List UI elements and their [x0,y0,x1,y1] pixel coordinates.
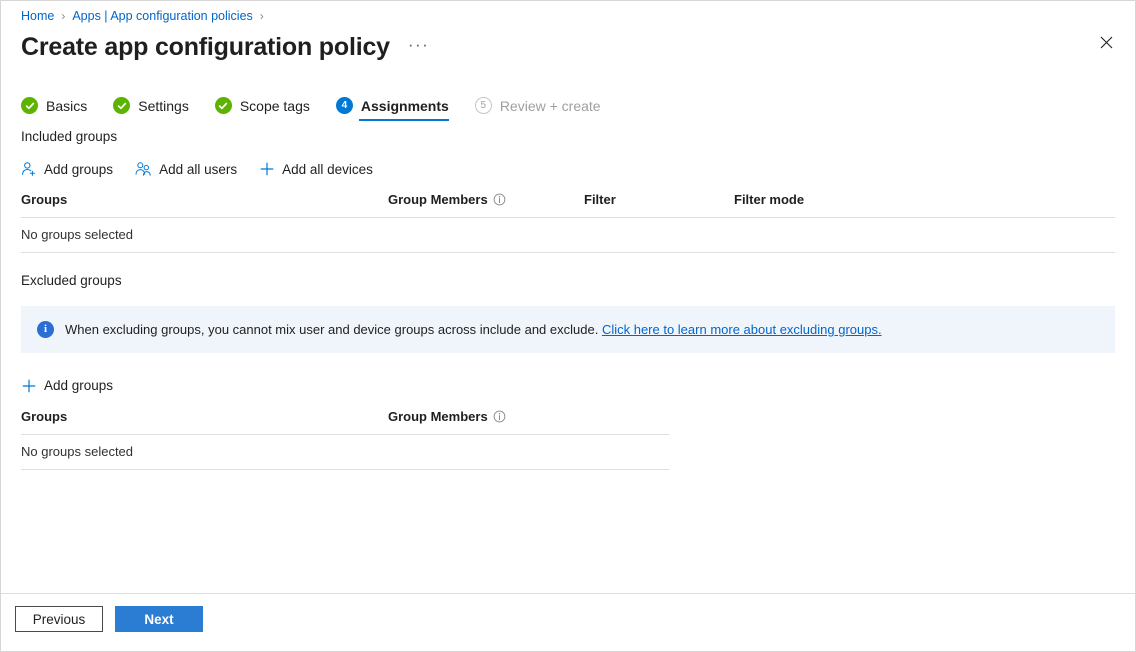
breadcrumb-item-home[interactable]: Home [21,9,54,23]
command-label: Add groups [44,378,113,393]
wizard-step-label: Assignments [361,98,449,114]
excluded-add-groups-button[interactable]: Add groups [21,378,113,394]
wizard-step-settings[interactable]: Settings [113,97,189,121]
create-policy-blade: Home › Apps | App configuration policies… [0,0,1136,652]
close-button[interactable] [1091,27,1121,57]
more-options-icon[interactable]: ··· [406,36,431,58]
info-icon[interactable] [493,410,506,423]
empty-state-text: No groups selected [21,218,1115,253]
column-label: Groups [21,192,67,207]
column-header-groups[interactable]: Groups [21,409,388,435]
breadcrumb: Home › Apps | App configuration policies… [1,1,1135,23]
breadcrumb-separator-icon: › [260,9,264,23]
column-header-group-members[interactable]: Group Members [388,192,584,218]
column-label: Group Members [388,409,488,424]
banner-text: When excluding groups, you cannot mix us… [65,322,598,337]
column-label: Filter mode [734,192,804,207]
add-all-users-button[interactable]: Add all users [135,161,237,177]
wizard-step-scope-tags[interactable]: Scope tags [215,97,310,121]
plus-icon [21,378,37,394]
column-header-group-members[interactable]: Group Members [388,409,669,435]
exclusion-info-banner: i When excluding groups, you cannot mix … [21,306,1115,353]
column-header-groups[interactable]: Groups [21,192,388,218]
wizard-step-label: Review + create [500,98,601,114]
people-icon [135,161,152,177]
command-label: Add groups [44,162,113,177]
add-all-devices-button[interactable]: Add all devices [259,161,373,177]
column-label: Groups [21,409,67,424]
excluded-command-bar: Add groups [21,375,1115,397]
wizard-steps: Basics Settings Scope tags 4 Assignments… [1,69,1135,115]
table-row: No groups selected [21,434,669,469]
wizard-step-label: Scope tags [240,98,310,114]
command-label: Add all devices [282,162,373,177]
assignments-content: Included groups Add groups Add all users [1,115,1135,593]
banner-message: When excluding groups, you cannot mix us… [65,320,882,339]
page-title: Create app configuration policy [21,33,390,62]
table-header-row: Groups Group Members Fi [21,192,1115,218]
check-circle-icon [21,97,38,114]
wizard-step-label: Settings [138,98,189,114]
step-number-badge: 5 [475,97,492,114]
wizard-step-assignments[interactable]: 4 Assignments [336,97,449,121]
column-label: Group Members [388,192,488,207]
wizard-step-label: Basics [46,98,87,114]
person-add-icon [21,161,37,177]
wizard-step-basics[interactable]: Basics [21,97,87,121]
wizard-footer: Previous Next [1,593,1135,651]
step-number-badge: 4 [336,97,353,114]
included-groups-heading: Included groups [21,129,1115,144]
column-header-filter[interactable]: Filter [584,192,734,218]
included-command-bar: Add groups Add all users Add all devices [21,158,1115,180]
table-header-row: Groups Group Members [21,409,669,435]
info-icon: i [37,321,54,338]
table-row: No groups selected [21,218,1115,253]
excluded-groups-table: Groups Group Members [21,409,669,470]
next-button[interactable]: Next [115,606,203,632]
previous-button[interactable]: Previous [15,606,103,632]
column-header-filter-mode[interactable]: Filter mode [734,192,1115,218]
breadcrumb-separator-icon: › [61,9,65,23]
command-label: Add all users [159,162,237,177]
learn-more-link[interactable]: Click here to learn more about excluding… [602,322,882,337]
close-icon [1100,36,1113,49]
check-circle-icon [215,97,232,114]
title-row: Create app configuration policy ··· [1,23,1135,69]
breadcrumb-item-apps[interactable]: Apps | App configuration policies [72,9,252,23]
column-label: Filter [584,192,616,207]
included-groups-table: Groups Group Members Fi [21,192,1115,253]
plus-icon [259,161,275,177]
wizard-step-review-create: 5 Review + create [475,97,601,121]
excluded-groups-heading: Excluded groups [21,273,1115,288]
empty-state-text: No groups selected [21,434,669,469]
info-icon[interactable] [493,193,506,206]
add-groups-button[interactable]: Add groups [21,161,113,177]
check-circle-icon [113,97,130,114]
